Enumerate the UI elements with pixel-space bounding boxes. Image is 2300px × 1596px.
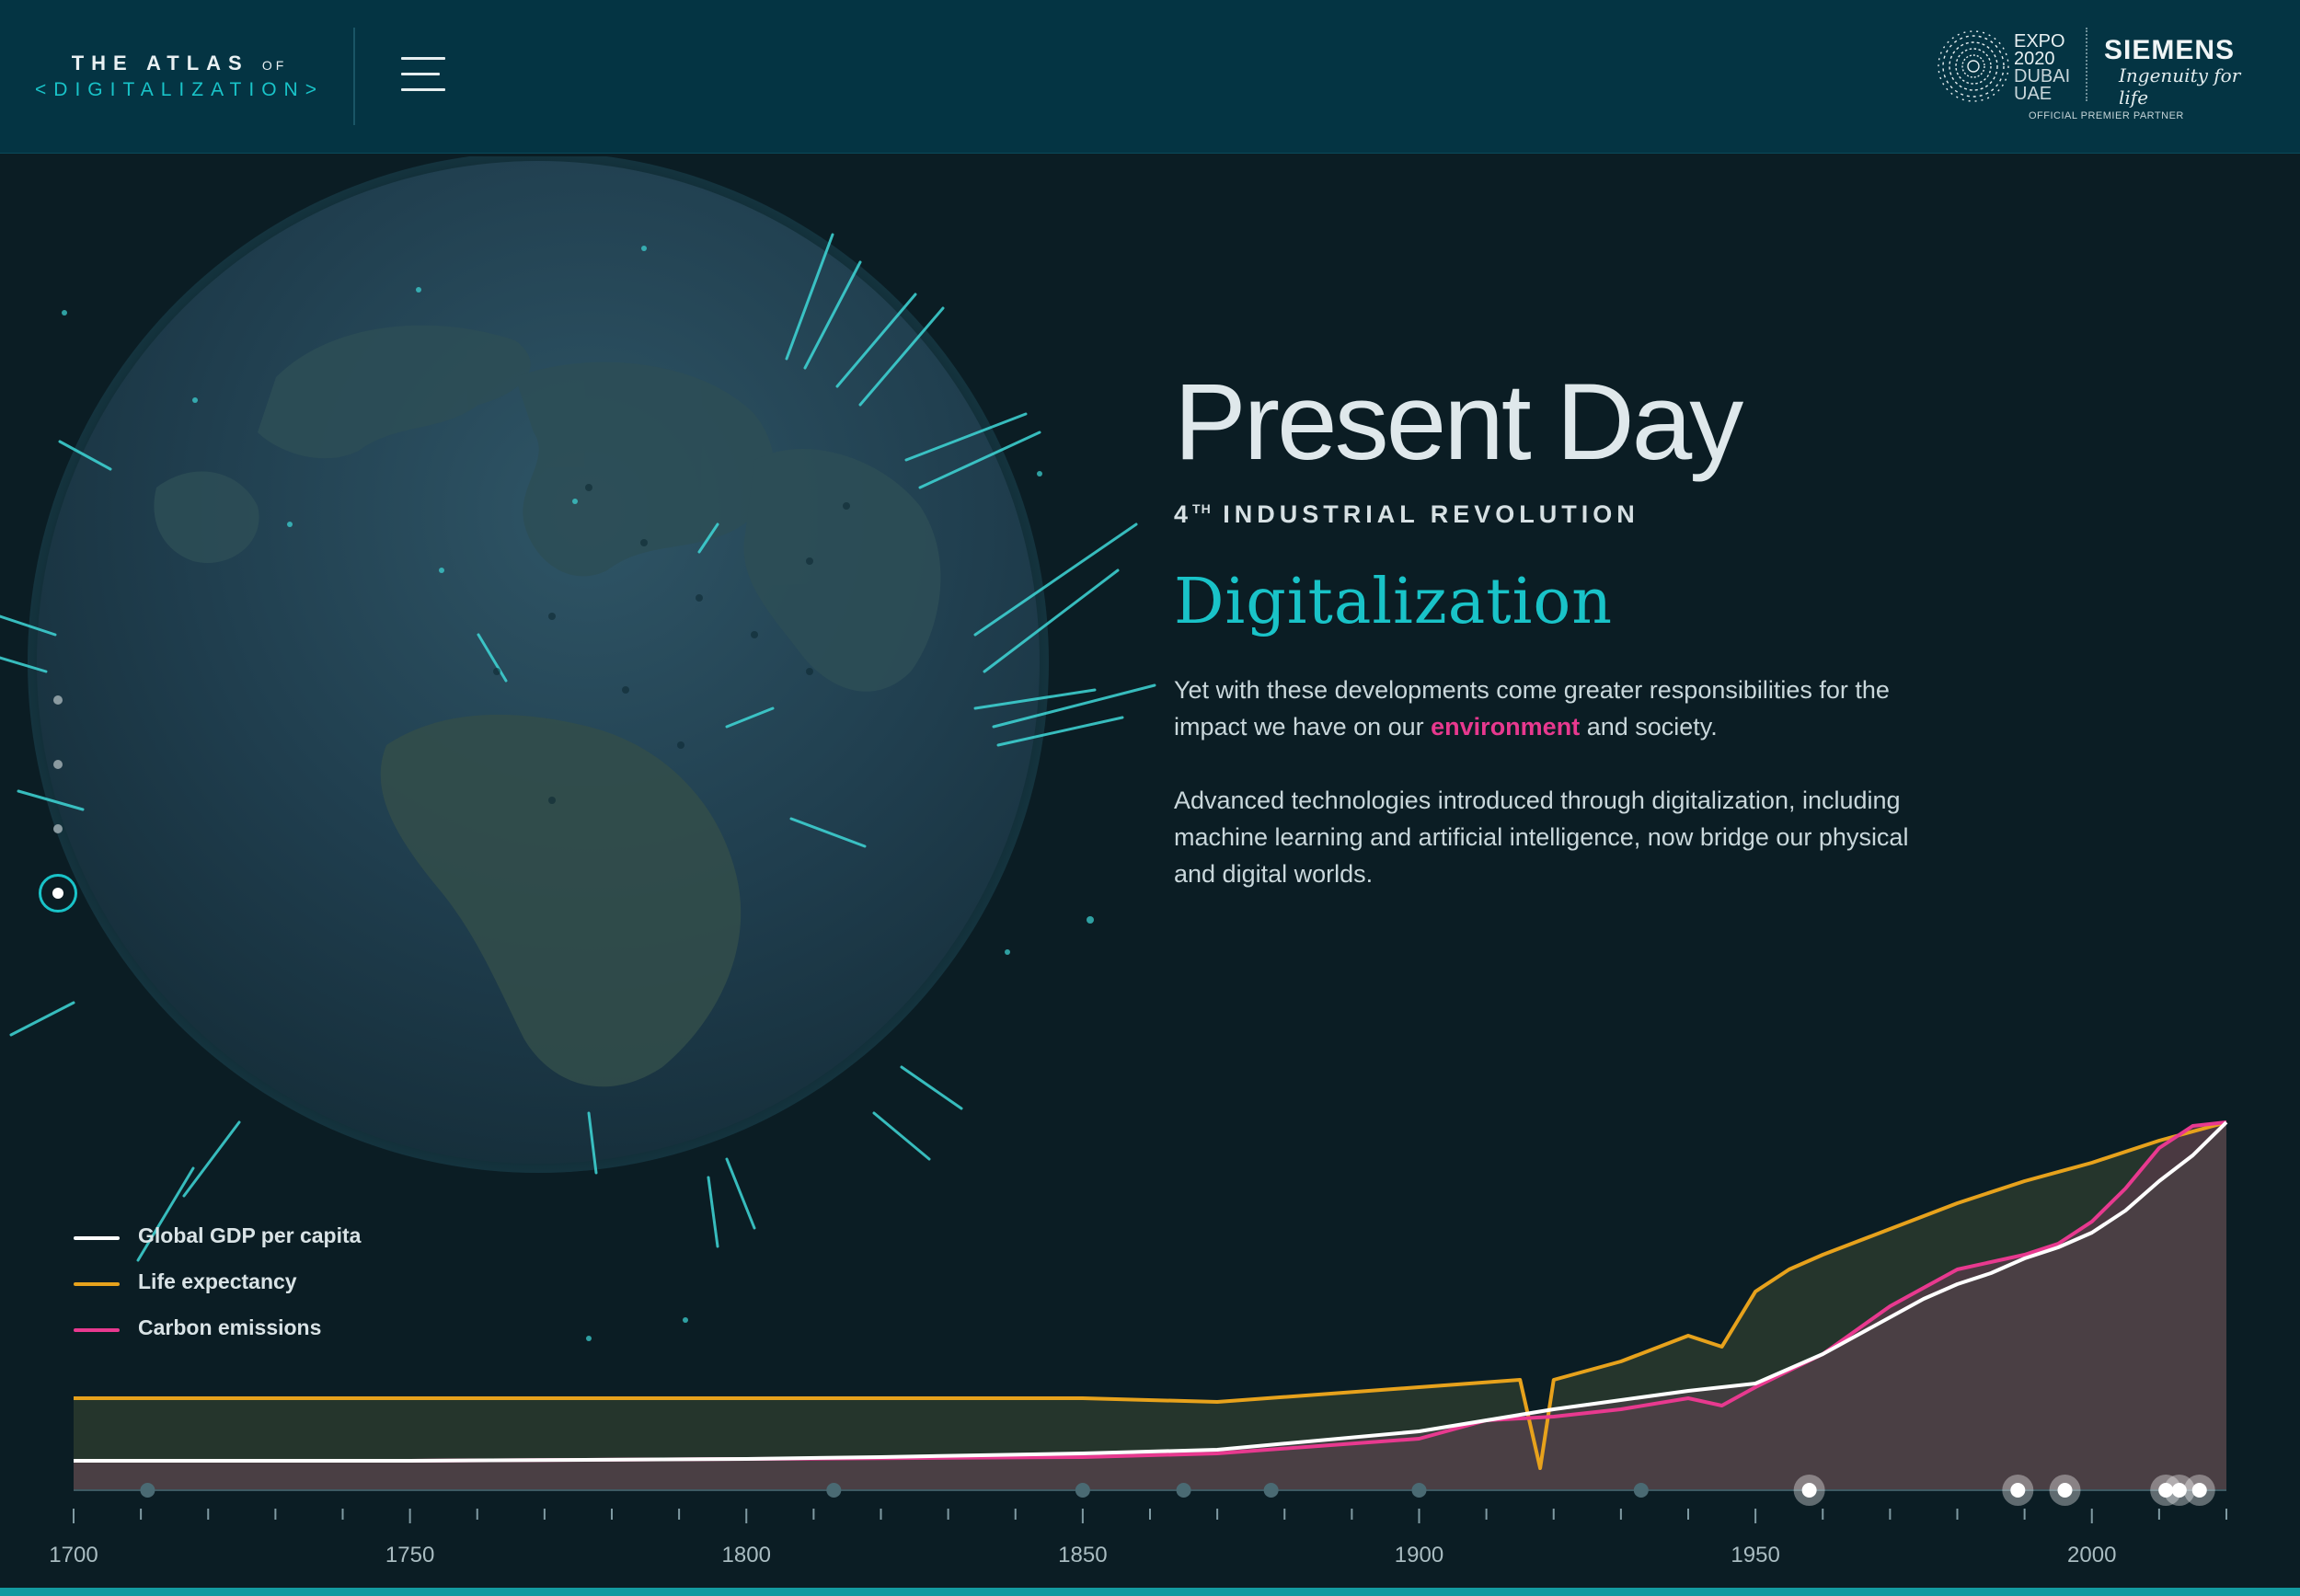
intro-paragraph: Yet with these developments come greater… — [1174, 676, 1890, 741]
x-tick-label: 1800 — [722, 1543, 771, 1567]
timeline-highlight-marker[interactable] — [1801, 1483, 1817, 1498]
page-title: Present Day — [1174, 362, 1743, 483]
timeline-event-marker[interactable] — [1176, 1483, 1191, 1498]
x-tick-label: 1900 — [1395, 1543, 1443, 1567]
official-partner-label: OFFICIAL PREMIER PARTNER — [2029, 110, 2184, 121]
timeline-event-marker[interactable] — [140, 1483, 155, 1498]
expo-2020-emblem-icon — [1938, 30, 2009, 102]
x-tick-label: 1750 — [385, 1543, 434, 1567]
x-tick-label: 2000 — [2067, 1543, 2116, 1567]
x-tick-label: 1850 — [1058, 1543, 1107, 1567]
section-subtitle: Digitalization — [1174, 566, 1614, 638]
timeline-event-marker[interactable] — [1411, 1483, 1427, 1498]
timeline-event-marker[interactable] — [1075, 1483, 1090, 1498]
section-nav-dot-3[interactable] — [53, 824, 63, 833]
environment-link[interactable]: environment — [1431, 713, 1580, 741]
content-panel: Present Day 4TH INDUSTRIAL REVOLUTION Di… — [1174, 368, 2002, 917]
expo-wordmark: EXPO 2020 DUBAI UAE — [2014, 31, 2071, 104]
siemens-tagline: Ingenuity for life — [2119, 64, 2241, 109]
timeline-chart[interactable]: 1700 1750 1800 1850 1900 1950 2000 — [0, 1104, 2300, 1596]
x-tick-label: 1950 — [1731, 1543, 1779, 1567]
brand-subtitle: <DIGITALIZATION> — [35, 79, 324, 100]
timeline-highlight-marker[interactable] — [2057, 1483, 2073, 1498]
site-logo[interactable]: THE ATLAS OF <DIGITALIZATION> — [28, 52, 331, 101]
hamburger-icon[interactable] — [401, 57, 447, 94]
era-label: 4TH INDUSTRIAL REVOLUTION — [1174, 500, 1639, 528]
timeline-event-marker[interactable] — [1263, 1483, 1279, 1498]
bottom-accent-bar — [0, 1588, 2300, 1596]
section-nav-dot-4[interactable] — [52, 888, 63, 899]
timeline-event-marker[interactable] — [1633, 1483, 1649, 1498]
timeline-event-marker[interactable] — [826, 1483, 842, 1498]
timeline-highlight-marker[interactable] — [2010, 1483, 2026, 1498]
partner-divider — [2086, 28, 2088, 101]
x-tick-label: 1700 — [49, 1543, 98, 1567]
body-paragraph: Advanced technologies introduced through… — [1174, 787, 1909, 888]
section-nav-dot-2[interactable] — [53, 760, 63, 769]
brand-title: THE ATLAS OF — [71, 52, 288, 75]
timeline-highlight-marker[interactable] — [2191, 1483, 2207, 1498]
header-divider — [353, 28, 355, 125]
siemens-wordmark: SIEMENS — [2104, 35, 2236, 65]
section-nav-dot-1[interactable] — [53, 695, 63, 705]
top-header: THE ATLAS OF <DIGITALIZATION> EXPO 2020 … — [0, 0, 2300, 154]
partner-logos[interactable]: EXPO 2020 DUBAI UAE SIEMENS Ingenuity fo… — [1937, 26, 2272, 127]
